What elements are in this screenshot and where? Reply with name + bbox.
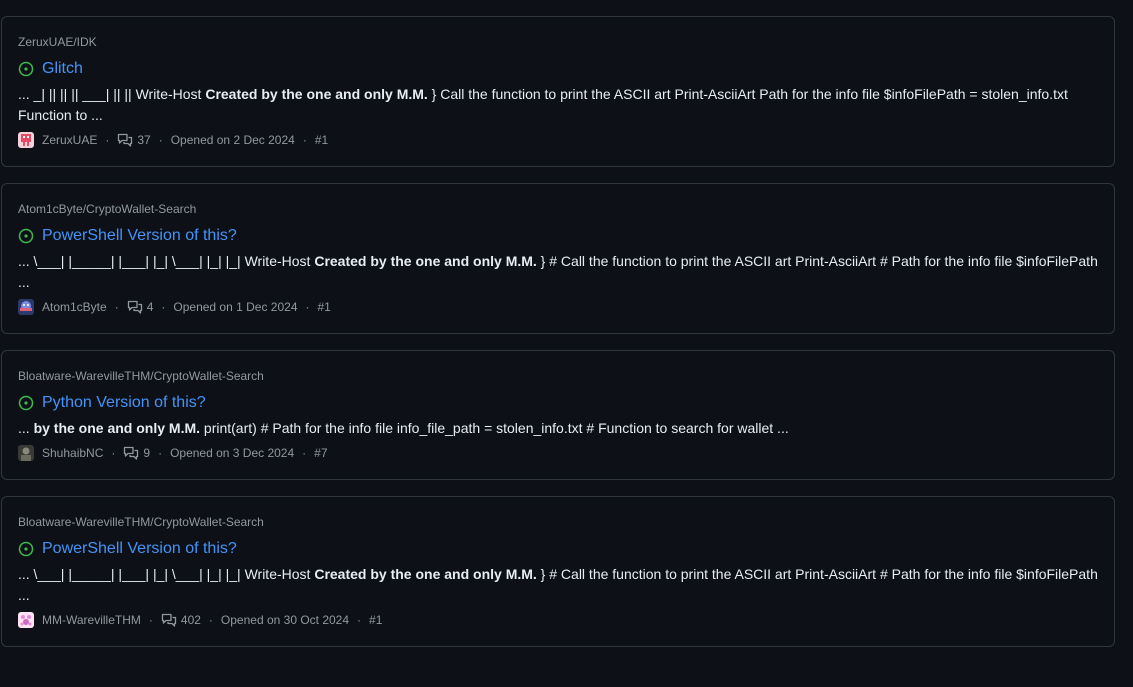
avatar[interactable] [18, 132, 34, 148]
comment-discussion-icon [117, 132, 133, 148]
issue-opened-icon [18, 395, 34, 411]
comment-discussion-icon [127, 299, 143, 315]
issue-number: #1 [314, 133, 329, 147]
title-row: Glitch [18, 58, 83, 80]
comments-link[interactable]: 37 [117, 132, 151, 148]
issue-snippet: ... _| || || || ___| || || Write-Host Cr… [18, 84, 1098, 126]
title-row: PowerShell Version of this? [18, 225, 237, 247]
author-link[interactable]: MM-WarevilleTHM [42, 613, 141, 627]
repo-name[interactable]: ZeruxUAE/IDK [18, 35, 97, 49]
issue-number: #7 [314, 446, 328, 460]
issue-title-link[interactable]: Glitch [42, 60, 83, 78]
issue-snippet: ... \___| |_____| |___| |_| \___| |_| |_… [18, 564, 1098, 606]
issue-result-card: Bloatware-WarevilleTHM/CryptoWallet-Sear… [1, 496, 1115, 647]
issue-number: #1 [317, 300, 331, 314]
repo-name[interactable]: Bloatware-WarevilleTHM/CryptoWallet-Sear… [18, 515, 264, 529]
comment-count: 4 [146, 300, 154, 314]
issue-title-link[interactable]: Python Version of this? [42, 394, 206, 412]
separator: · [111, 446, 116, 460]
opened-date: Opened on 1 Dec 2024 [173, 300, 298, 314]
issue-snippet: ... \___| |_____| |___| |_| \___| |_| |_… [18, 251, 1098, 293]
separator: · [208, 613, 213, 627]
separator: · [148, 613, 153, 627]
author-link[interactable]: Atom1cByte [42, 300, 107, 314]
avatar[interactable] [18, 445, 34, 461]
avatar[interactable] [18, 299, 34, 315]
separator: · [114, 300, 119, 314]
issue-result-card: ZeruxUAE/IDK Glitch ... _| || || || ___|… [1, 16, 1115, 167]
issue-title-link[interactable]: PowerShell Version of this? [42, 540, 237, 558]
separator: · [158, 133, 163, 147]
separator: · [161, 300, 166, 314]
issue-result-card: Atom1cByte/CryptoWallet-Search PowerShel… [1, 183, 1115, 334]
separator: · [302, 133, 307, 147]
title-row: Python Version of this? [18, 392, 206, 414]
author-link[interactable]: ZeruxUAE [42, 133, 97, 147]
issue-meta: ZeruxUAE · 37 · Opened on 2 Dec 2024 · #… [18, 131, 328, 149]
issue-opened-icon [18, 61, 34, 77]
avatar[interactable] [18, 612, 34, 628]
issue-meta: ShuhaibNC · 9 · Opened on 3 Dec 2024 · #… [18, 444, 328, 462]
separator: · [302, 446, 307, 460]
opened-date: Opened on 2 Dec 2024 [170, 133, 295, 147]
snippet-text: print(art) # Path for the info file info… [200, 420, 789, 436]
snippet-highlight: Created by the one and only M.M. [314, 253, 537, 269]
issue-meta: Atom1cByte · 4 · Opened on 1 Dec 2024 · … [18, 298, 331, 316]
title-row: PowerShell Version of this? [18, 538, 237, 560]
issue-title-link[interactable]: PowerShell Version of this? [42, 227, 237, 245]
snippet-text: ... \___| |_____| |___| |_| \___| |_| |_… [18, 566, 315, 582]
opened-date: Opened on 30 Oct 2024 [220, 613, 350, 627]
author-link[interactable]: ShuhaibNC [42, 446, 103, 460]
snippet-highlight: Created by the one and only M.M. [314, 566, 537, 582]
issue-meta: MM-WarevilleTHM · 402 · Opened on 30 Oct… [18, 611, 382, 629]
issue-opened-icon [18, 228, 34, 244]
separator: · [357, 613, 362, 627]
comment-discussion-icon [123, 445, 139, 461]
separator: · [158, 446, 163, 460]
opened-date: Opened on 3 Dec 2024 [170, 446, 295, 460]
snippet-text: ... _| || || || ___| || || Write-Host [18, 86, 206, 102]
comment-discussion-icon [161, 612, 177, 628]
comment-count: 9 [143, 446, 151, 460]
snippet-text: ... \___| |_____| |___| |_| \___| |_| |_… [18, 253, 315, 269]
issue-snippet: ... by the one and only M.M. print(art) … [18, 418, 1098, 439]
issue-opened-icon [18, 541, 34, 557]
snippet-highlight: Created by the one and only M.M. [205, 86, 428, 102]
comment-count: 37 [137, 133, 151, 147]
repo-name[interactable]: Bloatware-WarevilleTHM/CryptoWallet-Sear… [18, 369, 264, 383]
issue-number: #1 [369, 613, 383, 627]
comments-link[interactable]: 4 [127, 299, 154, 315]
snippet-text: ... [18, 420, 34, 436]
comment-count: 402 [180, 613, 201, 627]
issue-result-card: Bloatware-WarevilleTHM/CryptoWallet-Sear… [1, 350, 1115, 480]
separator: · [105, 133, 110, 147]
comments-link[interactable]: 402 [161, 612, 201, 628]
snippet-highlight: by the one and only M.M. [33, 420, 201, 436]
comments-link[interactable]: 9 [123, 445, 150, 461]
separator: · [305, 300, 310, 314]
repo-name[interactable]: Atom1cByte/CryptoWallet-Search [18, 202, 196, 216]
